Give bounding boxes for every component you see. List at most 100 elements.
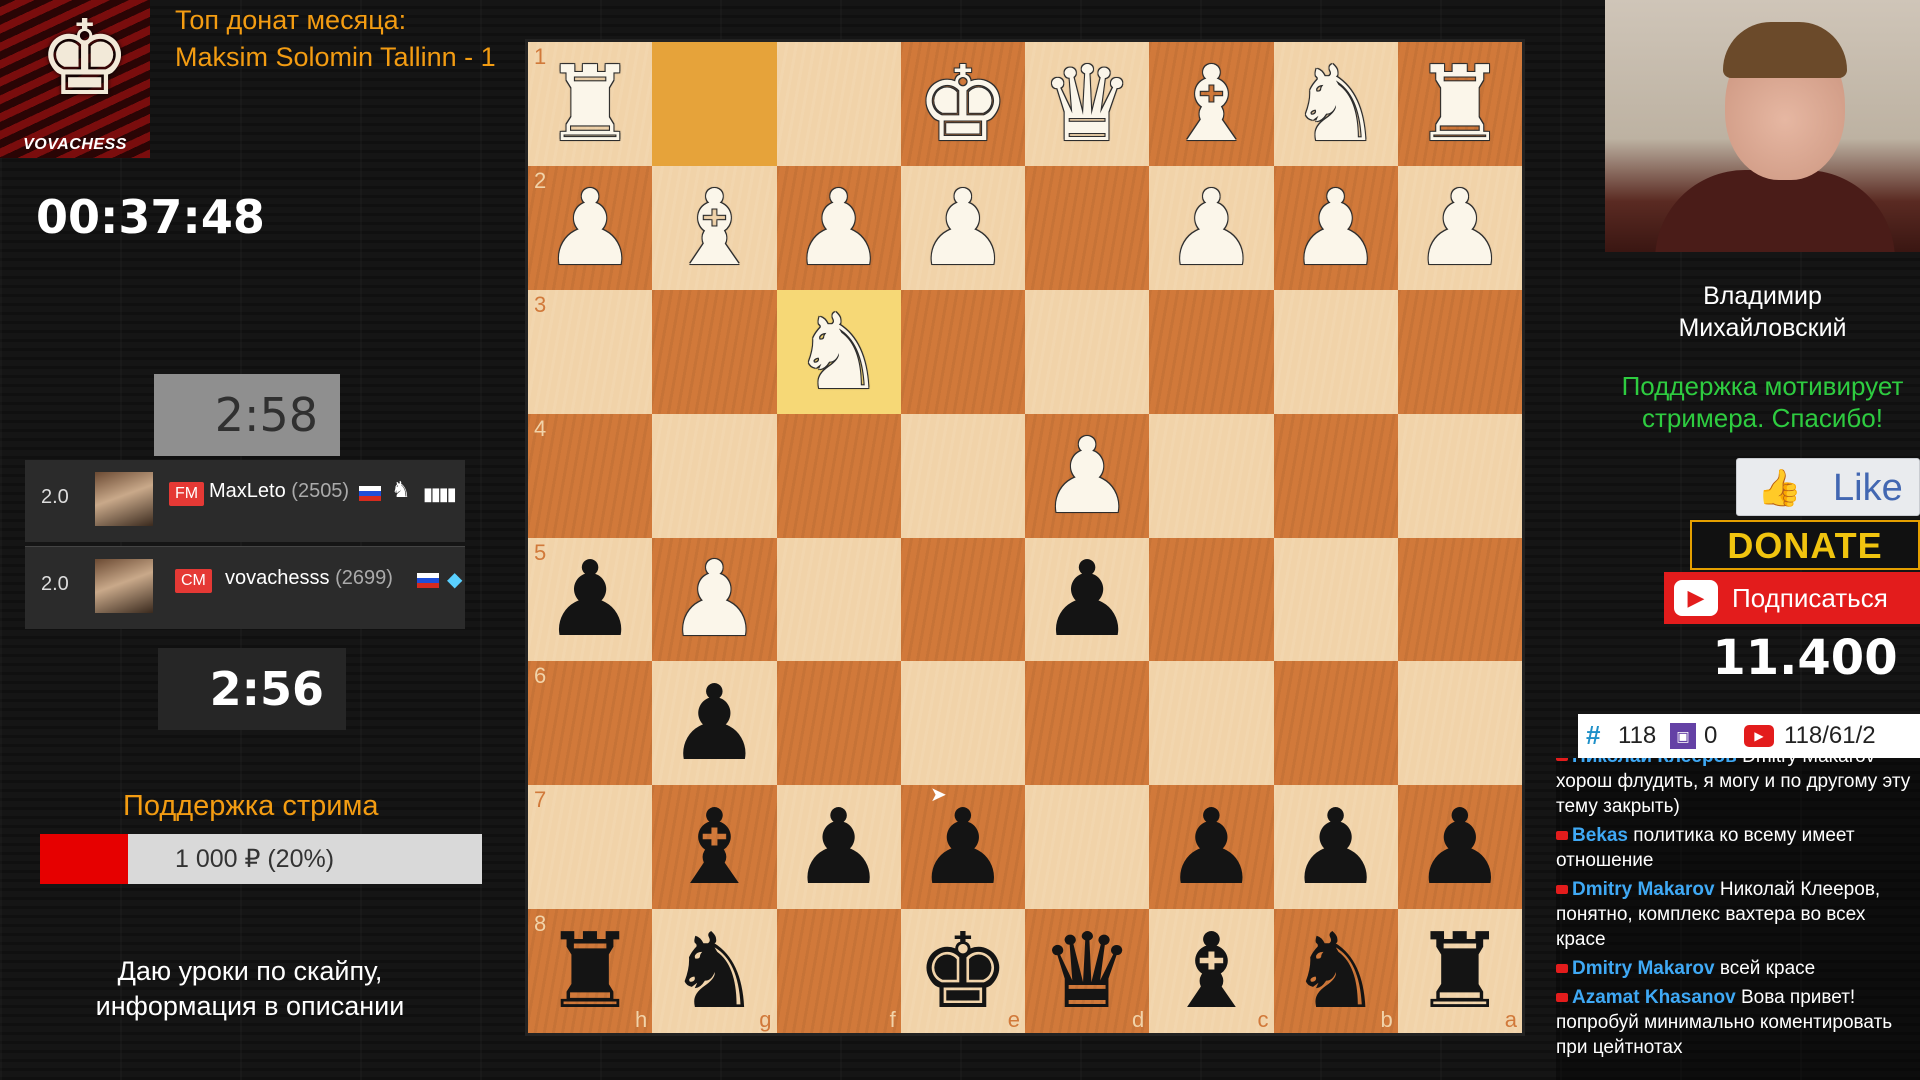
board-square[interactable] [1397, 289, 1522, 414]
board-square[interactable]: c ♝ [1149, 909, 1274, 1033]
board-square[interactable]: ♟ [900, 165, 1025, 290]
white-queen-icon[interactable]: ♛ [1041, 52, 1134, 156]
white-pawn-icon[interactable]: ♟ [544, 176, 637, 280]
board-square[interactable]: 2 ♟ [528, 165, 653, 290]
black-knight-icon[interactable]: ♞ [668, 919, 761, 1023]
board-square[interactable]: 6 [528, 661, 653, 786]
board-square[interactable] [1397, 537, 1522, 662]
board-square[interactable] [1025, 289, 1150, 414]
board-square[interactable]: ♟ [776, 785, 901, 910]
white-pawn-icon[interactable]: ♟ [1289, 176, 1382, 280]
board-square[interactable]: ♝ [652, 165, 777, 290]
black-king-icon[interactable]: ♚ [916, 919, 1009, 1023]
white-pawn-icon[interactable]: ♟ [1165, 176, 1258, 280]
board-square[interactable] [1273, 661, 1398, 786]
white-knight-icon[interactable]: ♞ [1289, 52, 1382, 156]
black-pawn-icon[interactable]: ♟ [1165, 795, 1258, 899]
board-square[interactable] [1025, 165, 1150, 290]
board-square[interactable]: a ♜ [1397, 909, 1522, 1033]
board-square[interactable]: ♟ [652, 661, 777, 786]
board-square[interactable]: ♟ [1025, 537, 1150, 662]
chess-board[interactable]: 1 ♜ ♚ ♛ ♝ ♞ ♜ 2 ♟ ♝ ♟ ♟ ♟ ♟ ♟ 3 ♞ 4 ♟ 5 ♟ ♟ ♟ 6 ♟ 7 ♝ ♟ ♟ ♟ ♟ ♟ 8 h ♜ g ♞ f e ♚… [528, 42, 1522, 1033]
board-square[interactable]: ♟ [1397, 165, 1522, 290]
board-square[interactable]: ♛ [1025, 42, 1150, 166]
board-square[interactable] [652, 289, 777, 414]
board-square[interactable]: 5 ♟ [528, 537, 653, 662]
white-rook-icon[interactable]: ♜ [544, 52, 637, 156]
black-queen-icon[interactable]: ♛ [1041, 919, 1134, 1023]
white-pawn-icon[interactable]: ♟ [668, 547, 761, 651]
black-pawn-icon[interactable]: ♟ [1413, 795, 1506, 899]
black-pawn-icon[interactable]: ♟ [916, 795, 1009, 899]
board-square[interactable] [776, 413, 901, 538]
white-bishop-icon[interactable]: ♝ [668, 176, 761, 280]
board-square[interactable]: 7 [528, 785, 653, 910]
board-square[interactable]: f [776, 909, 901, 1033]
black-rook-icon[interactable]: ♜ [544, 919, 637, 1023]
donate-button[interactable]: DONATE [1690, 520, 1920, 570]
board-square[interactable]: b ♞ [1273, 909, 1398, 1033]
board-square[interactable] [900, 661, 1025, 786]
black-pawn-icon[interactable]: ♟ [544, 547, 637, 651]
like-button[interactable]: 👍 Like [1736, 458, 1920, 516]
black-pawn-icon[interactable]: ♟ [792, 795, 885, 899]
black-pawn-icon[interactable]: ♟ [1289, 795, 1382, 899]
board-square[interactable]: ♟ [900, 785, 1025, 910]
board-square[interactable] [1273, 537, 1398, 662]
black-pawn-icon[interactable]: ♟ [1041, 547, 1134, 651]
board-square[interactable] [1397, 413, 1522, 538]
black-bishop-icon[interactable]: ♝ [668, 795, 761, 899]
board-square[interactable]: ♞ [776, 289, 901, 414]
board-square[interactable] [652, 42, 777, 166]
board-square[interactable]: ♟ [652, 537, 777, 662]
black-knight-icon[interactable]: ♞ [1289, 919, 1382, 1023]
board-square[interactable] [776, 537, 901, 662]
board-square[interactable] [1149, 413, 1274, 538]
white-pawn-icon[interactable]: ♟ [916, 176, 1009, 280]
board-square[interactable] [1397, 661, 1522, 786]
board-square[interactable]: g ♞ [652, 909, 777, 1033]
board-square[interactable]: ♜ [1397, 42, 1522, 166]
white-pawn-icon[interactable]: ♟ [1413, 176, 1506, 280]
board-square[interactable] [1149, 289, 1274, 414]
board-square[interactable]: 1 ♜ [528, 42, 653, 166]
board-square[interactable]: 8 h ♜ [528, 909, 653, 1033]
board-square[interactable] [652, 413, 777, 538]
board-square[interactable] [1273, 413, 1398, 538]
board-square[interactable] [1149, 661, 1274, 786]
white-knight-icon[interactable]: ♞ [792, 300, 885, 404]
player-name[interactable]: MaxLeto (2505) [209, 480, 349, 503]
board-square[interactable] [776, 661, 901, 786]
board-square[interactable]: ♟ [1149, 785, 1274, 910]
board-square[interactable]: ♝ [652, 785, 777, 910]
board-square[interactable] [1025, 785, 1150, 910]
white-bishop-icon[interactable]: ♝ [1165, 52, 1258, 156]
subscribe-button[interactable]: ▶ Подписаться [1664, 572, 1920, 624]
board-square[interactable]: d ♛ [1025, 909, 1150, 1033]
board-square[interactable] [900, 289, 1025, 414]
board-square[interactable]: ♟ [1273, 785, 1398, 910]
board-square[interactable]: e ♚ [900, 909, 1025, 1033]
white-pawn-icon[interactable]: ♟ [792, 176, 885, 280]
board-square[interactable]: 3 [528, 289, 653, 414]
board-square[interactable]: ♞ [1273, 42, 1398, 166]
board-square[interactable] [1025, 661, 1150, 786]
board-square[interactable]: ♝ [1149, 42, 1274, 166]
white-king-icon[interactable]: ♚ [916, 52, 1009, 156]
player-name[interactable]: vovachesss (2699) [225, 567, 393, 590]
board-square[interactable]: ♚ [900, 42, 1025, 166]
black-bishop-icon[interactable]: ♝ [1165, 919, 1258, 1023]
board-square[interactable]: ♟ [1025, 413, 1150, 538]
board-square[interactable]: ♟ [1397, 785, 1522, 910]
board-square[interactable] [900, 537, 1025, 662]
board-square[interactable] [1149, 537, 1274, 662]
board-square[interactable]: 4 [528, 413, 653, 538]
white-rook-icon[interactable]: ♜ [1413, 52, 1506, 156]
white-pawn-icon[interactable]: ♟ [1041, 424, 1134, 528]
board-square[interactable]: ♟ [1149, 165, 1274, 290]
chat-panel[interactable]: Николай Клееров Dmitry Makarov - хорош ф… [1556, 758, 1920, 1080]
black-pawn-icon[interactable]: ♟ [668, 671, 761, 775]
board-square[interactable]: ♟ [1273, 165, 1398, 290]
board-square[interactable] [900, 413, 1025, 538]
black-rook-icon[interactable]: ♜ [1413, 919, 1506, 1023]
